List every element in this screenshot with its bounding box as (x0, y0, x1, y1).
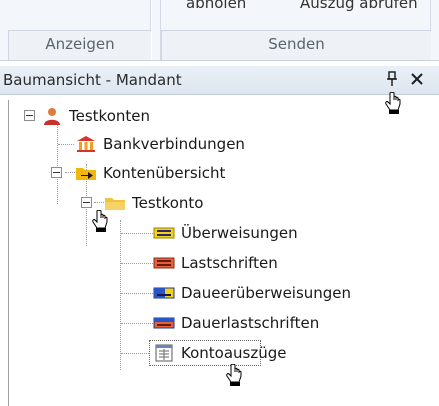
tree-line (121, 263, 153, 264)
tree-node-dauerlastschriften[interactable]: Dauerlastschriften (153, 311, 319, 335)
ribbon-group-senden: Senden (161, 30, 431, 60)
person-icon (44, 108, 60, 125)
statement-icon (155, 344, 173, 362)
standing-debit-icon (153, 317, 175, 329)
ribbon-separator-highlight (151, 0, 152, 60)
tree-node-label: Lastschriften (181, 254, 278, 272)
tree-node-kontenuebersicht[interactable]: Kontenübersicht (75, 161, 225, 185)
tree-node-label: Bankverbindungen (103, 135, 245, 153)
tree-node-label: Testkonten (69, 107, 150, 125)
ribbon-button-abholen[interactable]: abholen (186, 0, 246, 12)
tree-node-label: Dauerlastschriften (181, 314, 320, 332)
red-debit-icon (153, 257, 175, 269)
ribbon: abholen Auszug abrufen Anzeigen Senden (0, 0, 439, 61)
tree-node-kontoauszuege[interactable]: Kontoauszüge (153, 341, 286, 365)
close-icon[interactable] (409, 71, 425, 87)
pin-icon[interactable] (385, 71, 399, 87)
standing-transfer-icon (153, 287, 175, 299)
tree-line (121, 323, 153, 324)
collapse-toggle-testkonto[interactable] (81, 197, 92, 208)
tree-node-ueberweisungen[interactable]: Überweisungen (153, 221, 298, 245)
tree-panel: Baumansicht - Mandant Testkonten Bankver… (0, 66, 439, 406)
group-label-anzeigen: Anzeigen (45, 35, 115, 53)
tree-node-label: Kontenübersicht (103, 164, 226, 182)
tree-line (65, 172, 75, 173)
folder-arrow-icon (76, 168, 96, 180)
collapse-toggle-testkonten[interactable] (24, 110, 35, 121)
tree-line (58, 144, 74, 145)
tree-line (57, 124, 58, 204)
tree-node-label: Testkonto (132, 194, 204, 212)
tree-line (120, 220, 121, 370)
panel-title: Baumansicht - Mandant (3, 71, 182, 89)
panel-header: Baumansicht - Mandant (0, 66, 439, 95)
group-label-senden: Senden (268, 35, 325, 53)
tree-node-lastschriften[interactable]: Lastschriften (153, 251, 278, 275)
tree-node-testkonto[interactable]: Testkonto (104, 191, 203, 215)
yellow-transfer-icon (153, 227, 175, 239)
bank-icon (77, 136, 95, 152)
tree-view[interactable]: Testkonten Bankverbindungen Kontenübersi… (8, 100, 439, 406)
tree-node-dauerueberweisungen[interactable]: Daueerüberweisungen (153, 281, 351, 305)
hand-cursor-icon (92, 210, 108, 232)
tree-node-bankverbindungen[interactable]: Bankverbindungen (75, 132, 245, 156)
tree-node-label: Überweisungen (181, 224, 298, 242)
tree-line (121, 233, 153, 234)
collapse-toggle-kontenuebersicht[interactable] (51, 167, 62, 178)
ribbon-button-auszug[interactable]: Auszug abrufen (300, 0, 418, 12)
tree-line (121, 293, 153, 294)
tree-node-testkonten[interactable]: Testkonten (41, 104, 150, 128)
tree-node-label: Kontoauszüge (181, 344, 287, 362)
tree-node-label: Daueerüberweisungen (181, 284, 352, 302)
tree-line (121, 353, 149, 354)
tree-line (94, 202, 104, 203)
hand-cursor-icon (226, 364, 242, 386)
ribbon-group-anzeigen: Anzeigen (8, 30, 151, 60)
